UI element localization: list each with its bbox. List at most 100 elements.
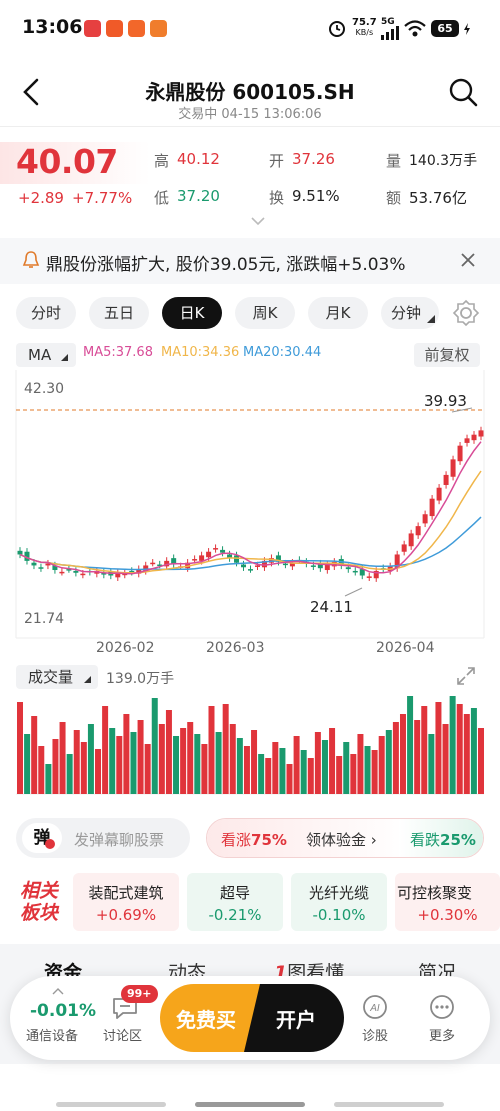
tab-daily-k[interactable]: 日K: [162, 297, 222, 329]
tab-five-day[interactable]: 五日: [89, 297, 149, 329]
volume-bar: [130, 732, 137, 794]
volume-bar: [392, 722, 399, 794]
tab-minute-label: 分钟: [390, 304, 421, 322]
vote-reward[interactable]: 领体验金 ›: [306, 829, 377, 850]
vote-up[interactable]: 看涨75%: [221, 829, 287, 850]
vote-down-label: 看跌: [410, 831, 441, 849]
volume-bar: [421, 706, 428, 794]
volume-bar: [173, 736, 180, 794]
close-icon[interactable]: [460, 252, 476, 268]
ma5-value: MA5:37.68: [83, 345, 153, 360]
search-icon[interactable]: [448, 77, 478, 107]
volume-bar: [229, 724, 236, 794]
candle-body: [345, 567, 351, 570]
candle-body: [234, 555, 240, 563]
toggle-dot-icon: [45, 839, 55, 849]
x-axis-label: 2026-03: [206, 640, 265, 656]
volume-bar: [321, 740, 328, 794]
ma20-value: MA20:30.44: [243, 345, 322, 360]
volume-value: 140.3万手: [409, 153, 478, 169]
divider: [0, 126, 500, 127]
volume-bar: [385, 730, 392, 794]
volume-bar: [307, 758, 314, 794]
dropdown-icon: [427, 315, 435, 323]
volume-bar: [300, 750, 307, 794]
volume-bar: [222, 704, 229, 794]
expand-chevron-icon[interactable]: [250, 216, 266, 226]
vote-up-pct: 75%: [251, 831, 287, 849]
low-value: 37.20: [177, 187, 220, 205]
high-label: 高: [154, 152, 170, 170]
volume-bar: [314, 732, 321, 794]
sector-card[interactable]: 超导 -0.21%: [187, 873, 283, 931]
ma-selector-label: MA: [28, 346, 52, 364]
tab-monthly-k[interactable]: 月K: [308, 297, 368, 329]
sector-change: -0.21%: [208, 906, 262, 924]
amount-label: 额: [386, 189, 402, 207]
volume-selector-label: 成交量: [28, 668, 74, 686]
volume-bar: [449, 696, 456, 794]
candle-body: [401, 544, 407, 552]
candle-body: [282, 563, 288, 566]
candle-body: [450, 459, 456, 477]
index-name[interactable]: 通信设备: [26, 1025, 78, 1044]
more-icon[interactable]: [429, 994, 455, 1020]
scroll-indicator: [56, 1102, 166, 1107]
discuss-label[interactable]: 讨论区: [103, 1025, 142, 1044]
vote-down[interactable]: 看跌25%: [410, 829, 476, 850]
volume-bar: [165, 710, 172, 794]
ai-diagnose-icon[interactable]: AI: [362, 994, 388, 1020]
sector-card[interactable]: 装配式建筑 +0.69%: [73, 873, 179, 931]
volume-bar: [45, 764, 52, 794]
scroll-indicator: [334, 1102, 444, 1107]
low-pointer: [344, 587, 363, 597]
volume-bar: [52, 739, 59, 794]
candlestick-chart[interactable]: [0, 370, 500, 640]
volume-bar: [24, 734, 31, 794]
tab-weekly-k[interactable]: 周K: [235, 297, 295, 329]
svg-text:AI: AI: [369, 1003, 380, 1014]
volume-chart[interactable]: [0, 690, 500, 796]
volume-bar: [329, 728, 336, 794]
battery-level: 65: [437, 22, 453, 35]
volume-bar: [350, 754, 357, 794]
sector-name: 可控核聚变: [397, 884, 473, 902]
diagnose-label[interactable]: 诊股: [362, 1025, 388, 1044]
candle-body: [241, 564, 247, 568]
volume-bar: [17, 702, 23, 794]
network-speed-unit: KB/s: [355, 28, 374, 37]
fullscreen-icon[interactable]: [456, 666, 476, 686]
charging-icon: [464, 23, 470, 35]
candle-body: [38, 567, 44, 569]
candle-body: [408, 533, 414, 547]
sector-change: +0.69%: [95, 906, 157, 924]
tab-intraday[interactable]: 分时: [16, 297, 76, 329]
volume-bar: [144, 744, 151, 794]
alarm-icon: [329, 21, 345, 37]
settings-icon[interactable]: [452, 299, 480, 327]
dropdown-icon: [84, 676, 91, 683]
buy-label: 免费买: [176, 1008, 236, 1032]
volume-bar: [59, 722, 66, 794]
sector-card[interactable]: 可控核聚变 +0.30%: [395, 873, 500, 931]
volume-bar: [38, 746, 45, 794]
volume-bar: [116, 736, 123, 794]
x-axis-label: 2026-04: [376, 640, 435, 656]
tab-minute[interactable]: 分钟: [381, 297, 439, 329]
more-label[interactable]: 更多: [429, 1025, 455, 1044]
sector-card[interactable]: 光纤光缆 -0.10%: [291, 873, 387, 931]
high-marker: 39.93: [424, 392, 467, 410]
candle-body: [415, 526, 421, 536]
volume-bar: [272, 742, 279, 794]
bell-icon: [22, 251, 40, 268]
adjust-button[interactable]: 前复权: [414, 343, 480, 367]
index-value[interactable]: -0.01%: [30, 1001, 96, 1021]
vote-down-pct: 25%: [440, 831, 476, 849]
volume-bar: [265, 758, 272, 794]
candle-body: [429, 498, 435, 517]
volume-bar: [158, 724, 165, 794]
low-label: 低: [154, 189, 170, 207]
app-icon: [84, 20, 101, 37]
volume-bar: [463, 714, 470, 794]
volume-bar: [435, 702, 442, 794]
